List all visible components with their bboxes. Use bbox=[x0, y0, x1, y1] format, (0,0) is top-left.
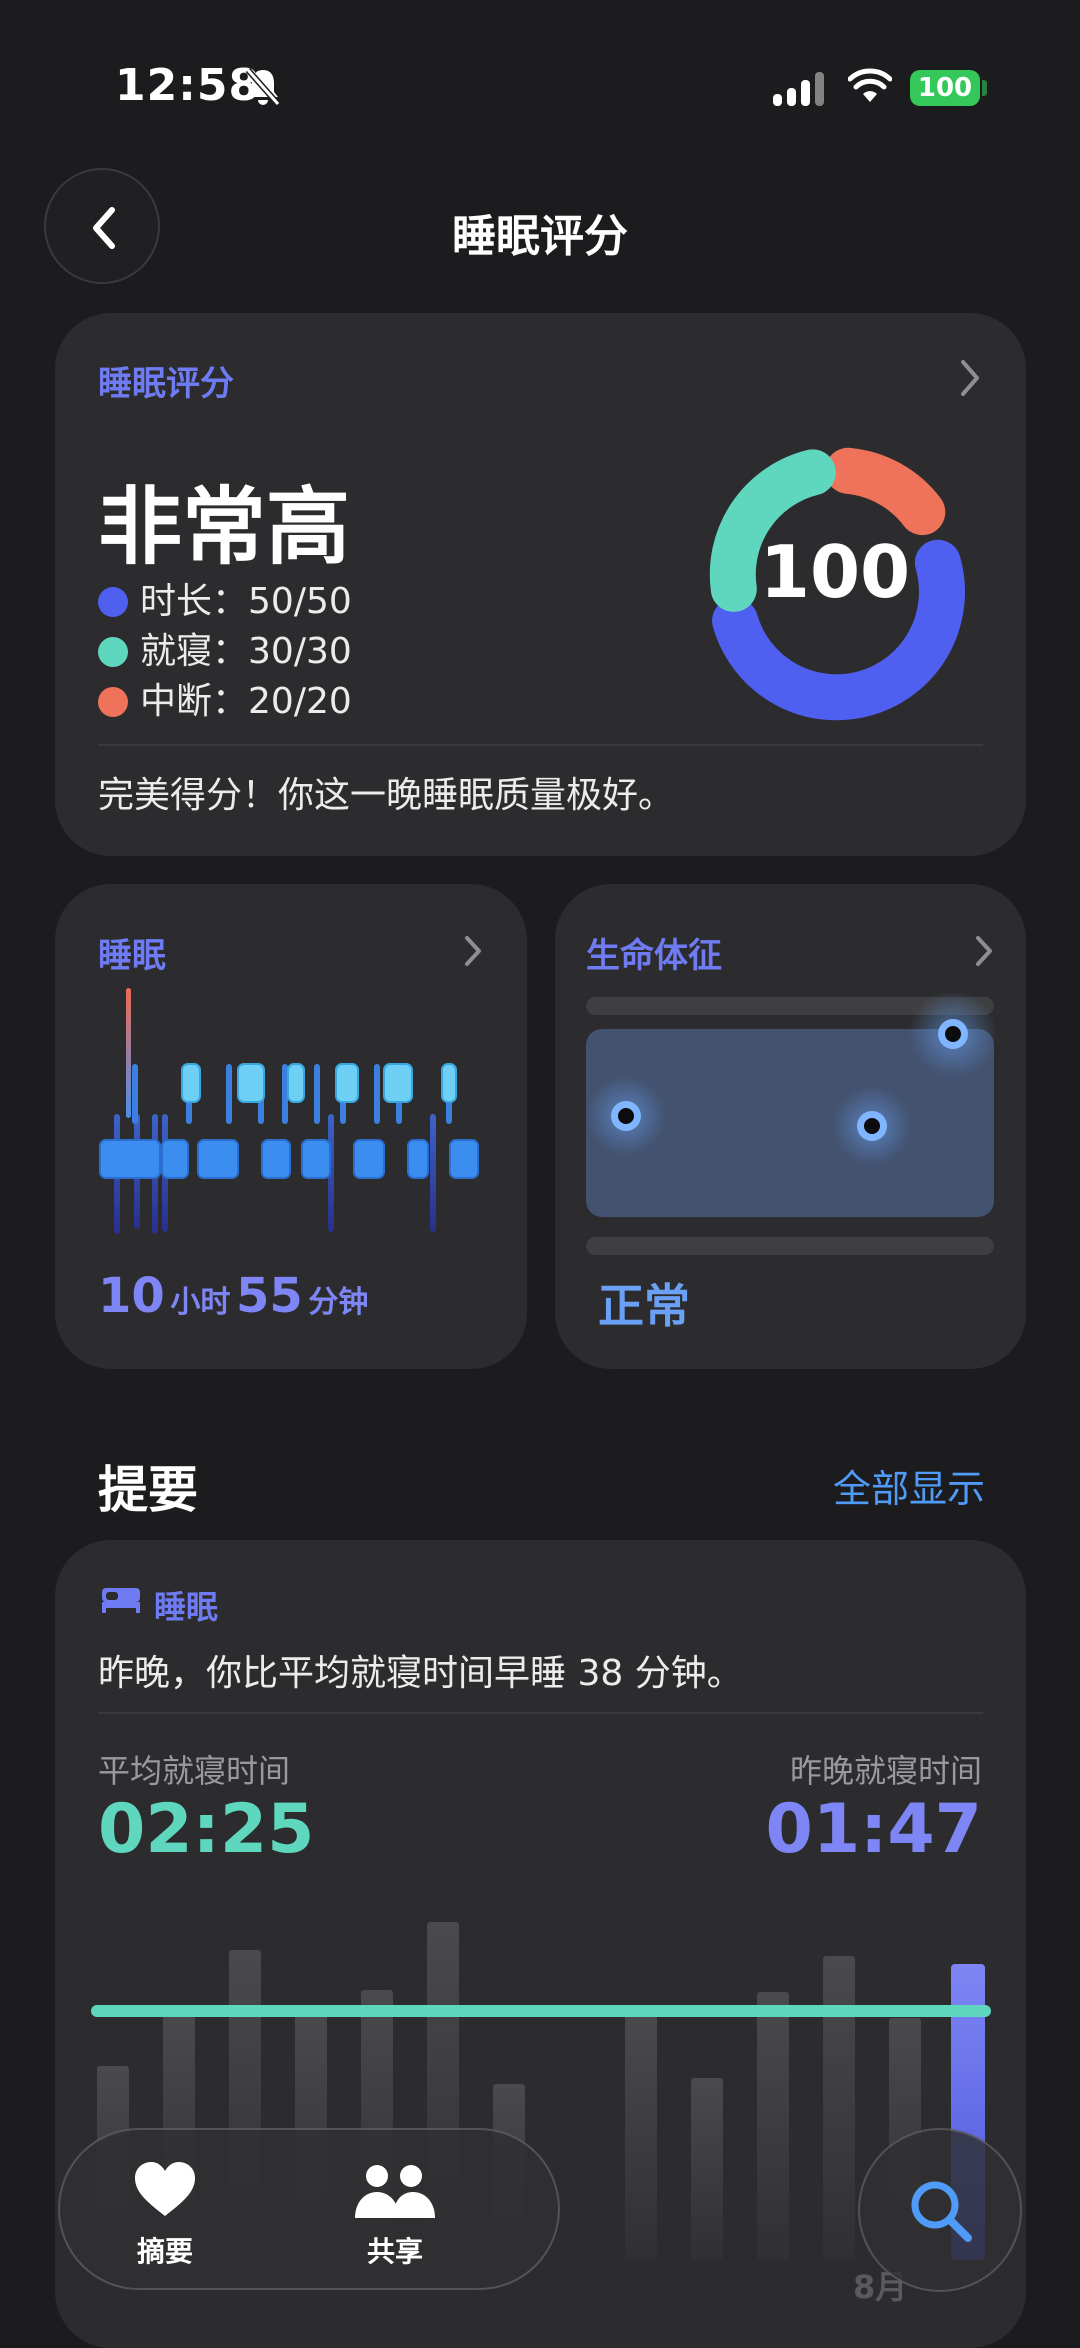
bedtime-bar bbox=[823, 1956, 855, 2260]
divider bbox=[98, 744, 983, 746]
heart-icon bbox=[135, 2162, 195, 2216]
tab-summary-label: 摘要 bbox=[136, 2235, 193, 2268]
average-bedtime-line bbox=[91, 2005, 991, 2017]
battery-tip bbox=[982, 80, 987, 96]
donut-segment-interruptions bbox=[825, 447, 946, 536]
tab-bar: 摘要 共享 bbox=[58, 2128, 560, 2290]
legend-name: 就寝： bbox=[140, 631, 249, 672]
summary-sentence: 昨晚，你比平均就寝时间早睡 38 分钟。 bbox=[98, 1653, 743, 1694]
vitals-point bbox=[938, 1019, 968, 1049]
search-button[interactable] bbox=[858, 2128, 1022, 2292]
legend-value: 20/20 bbox=[248, 681, 352, 722]
last-night-bedtime-label: 昨晚就寝时间 bbox=[789, 1752, 982, 1790]
bedtime-dot bbox=[98, 637, 128, 667]
score-card-label: 睡眠评分 bbox=[98, 364, 234, 404]
chevron-right-icon bbox=[961, 360, 979, 396]
vitals-status: 正常 bbox=[598, 1279, 690, 1333]
score-value: 100 bbox=[759, 530, 911, 614]
bell-slash-icon bbox=[245, 68, 281, 106]
vitals-card-label: 生命体征 bbox=[586, 936, 722, 976]
interruptions-dot bbox=[98, 687, 128, 717]
bedtime-bar bbox=[691, 2078, 723, 2260]
duration-hours-unit: 小时 bbox=[170, 1285, 231, 1320]
chevron-right-icon bbox=[465, 936, 481, 966]
status-time: 12:58 bbox=[115, 60, 261, 111]
bedtime-bar bbox=[625, 2010, 657, 2260]
legend-interruptions: 中断：20/20 bbox=[98, 672, 352, 724]
legend-name: 时长： bbox=[140, 581, 249, 622]
vitals-point bbox=[611, 1101, 641, 1131]
duration-minutes-unit: 分钟 bbox=[308, 1285, 369, 1320]
sleep-duration: 10 小时 55 分钟 bbox=[98, 1268, 368, 1324]
vitals-range-graph bbox=[586, 993, 996, 1255]
legend-duration: 时长：50/50 bbox=[98, 572, 352, 624]
divider bbox=[98, 1712, 983, 1714]
tab-share-label: 共享 bbox=[366, 2235, 423, 2268]
avg-bedtime-label: 平均就寝时间 bbox=[98, 1752, 291, 1790]
summary-tag: 睡眠 bbox=[154, 1588, 219, 1626]
battery-icon: 100 bbox=[910, 70, 980, 106]
page-title: 睡眠评分 bbox=[452, 211, 628, 262]
sleep-stages-graph bbox=[99, 988, 479, 1234]
bedtime-bar bbox=[757, 1992, 789, 2260]
duration-dot bbox=[98, 587, 128, 617]
vitals-point bbox=[857, 1111, 887, 1141]
search-icon bbox=[911, 2181, 972, 2242]
bed-icon bbox=[102, 1588, 140, 1613]
duration-hours: 10 bbox=[98, 1268, 165, 1324]
legend-name: 中断： bbox=[140, 681, 249, 722]
legend-bedtime: 就寝：30/30 bbox=[98, 622, 352, 674]
sleep-card-label: 睡眠 bbox=[98, 936, 166, 976]
wifi-icon bbox=[848, 68, 892, 102]
show-all-link[interactable]: 全部显示 bbox=[833, 1458, 985, 1513]
cellular-signal-icon bbox=[773, 72, 827, 106]
duration-minutes: 55 bbox=[235, 1268, 303, 1324]
tab-summary[interactable]: 摘要 bbox=[75, 2130, 255, 2288]
people-icon bbox=[355, 2165, 435, 2218]
last-night-bedtime-value: 01:47 bbox=[765, 1790, 982, 1869]
score-level: 非常高 bbox=[98, 478, 351, 576]
legend-value: 50/50 bbox=[248, 581, 352, 622]
tab-share[interactable]: 共享 bbox=[305, 2130, 485, 2288]
legend-value: 30/30 bbox=[248, 631, 352, 672]
chevron-right-icon bbox=[976, 936, 992, 966]
avg-bedtime-value: 02:25 bbox=[98, 1790, 315, 1869]
summary-title: 提要 bbox=[98, 1461, 198, 1519]
score-message: 完美得分！你这一晚睡眠质量极好。 bbox=[98, 775, 675, 816]
